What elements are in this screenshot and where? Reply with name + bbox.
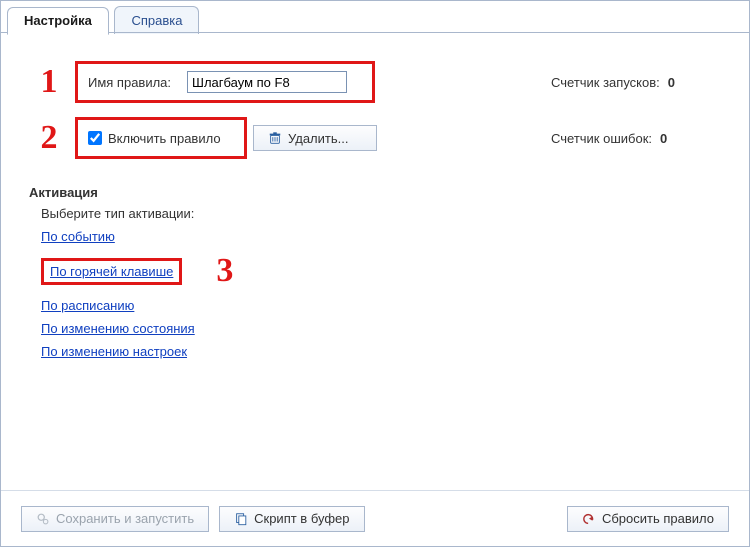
activation-title: Активация — [29, 185, 721, 200]
enable-rule-checkbox[interactable] — [88, 131, 102, 145]
script-to-buffer-label: Скрипт в буфер — [254, 511, 349, 526]
highlight-3-row: По горячей клавише 3 — [41, 252, 233, 290]
errors-counter-label: Счетчик ошибок: — [551, 131, 652, 146]
delete-button-label: Удалить... — [288, 131, 348, 146]
activation-links: По событию По горячей клавише 3 По распи… — [41, 229, 233, 359]
highlight-1: Имя правила: — [75, 61, 375, 103]
save-and-run-button[interactable]: Сохранить и запустить — [21, 506, 209, 532]
tab-help[interactable]: Справка — [114, 6, 199, 34]
rule-name-input[interactable] — [187, 71, 347, 93]
highlight-2: Включить правило — [75, 117, 247, 159]
tabstrip: Настройка Справка — [1, 1, 749, 33]
settings-window: Настройка Справка 1 Имя правила: Счетчик… — [0, 0, 750, 547]
errors-counter-value: 0 — [660, 131, 667, 146]
link-by-hotkey[interactable]: По горячей клавише — [50, 264, 173, 279]
save-and-run-label: Сохранить и запустить — [56, 511, 194, 526]
runs-counter-label: Счетчик запусков: — [551, 75, 660, 90]
annotation-1: 1 — [29, 63, 69, 101]
annotation-2: 2 — [29, 119, 69, 157]
link-by-settings-change[interactable]: По изменению настроек — [41, 344, 187, 359]
copy-icon — [234, 512, 248, 526]
runs-counter-value: 0 — [668, 75, 675, 90]
trash-icon — [268, 131, 282, 145]
footer-bar: Сохранить и запустить Скрипт в буфер Сбр… — [1, 490, 749, 546]
undo-arrow-icon — [582, 512, 596, 526]
link-by-event[interactable]: По событию — [41, 229, 115, 244]
enable-rule-checkbox-wrap[interactable]: Включить правило — [88, 131, 221, 146]
annotation-3: 3 — [216, 252, 233, 290]
enable-delete-row: 2 Включить правило Удалить... — [29, 117, 721, 159]
script-to-buffer-button[interactable]: Скрипт в буфер — [219, 506, 364, 532]
tab-settings[interactable]: Настройка — [7, 7, 109, 35]
reset-rule-label: Сбросить правило — [602, 511, 714, 526]
rule-name-label: Имя правила: — [88, 75, 171, 90]
tab-content: 1 Имя правила: Счетчик запусков: 0 2 Вкл… — [1, 33, 749, 490]
highlight-3: По горячей клавише — [41, 258, 182, 285]
rule-name-row: 1 Имя правила: Счетчик запусков: 0 — [29, 61, 721, 103]
reset-rule-button[interactable]: Сбросить правило — [567, 506, 729, 532]
activation-subtitle: Выберите тип активации: — [41, 206, 721, 221]
enable-rule-label: Включить правило — [108, 131, 221, 146]
link-by-state-change[interactable]: По изменению состояния — [41, 321, 195, 336]
gears-icon — [36, 512, 50, 526]
runs-counter: Счетчик запусков: 0 — [551, 75, 721, 90]
errors-counter: Счетчик ошибок: 0 — [551, 131, 721, 146]
link-by-schedule[interactable]: По расписанию — [41, 298, 134, 313]
delete-button[interactable]: Удалить... — [253, 125, 377, 151]
